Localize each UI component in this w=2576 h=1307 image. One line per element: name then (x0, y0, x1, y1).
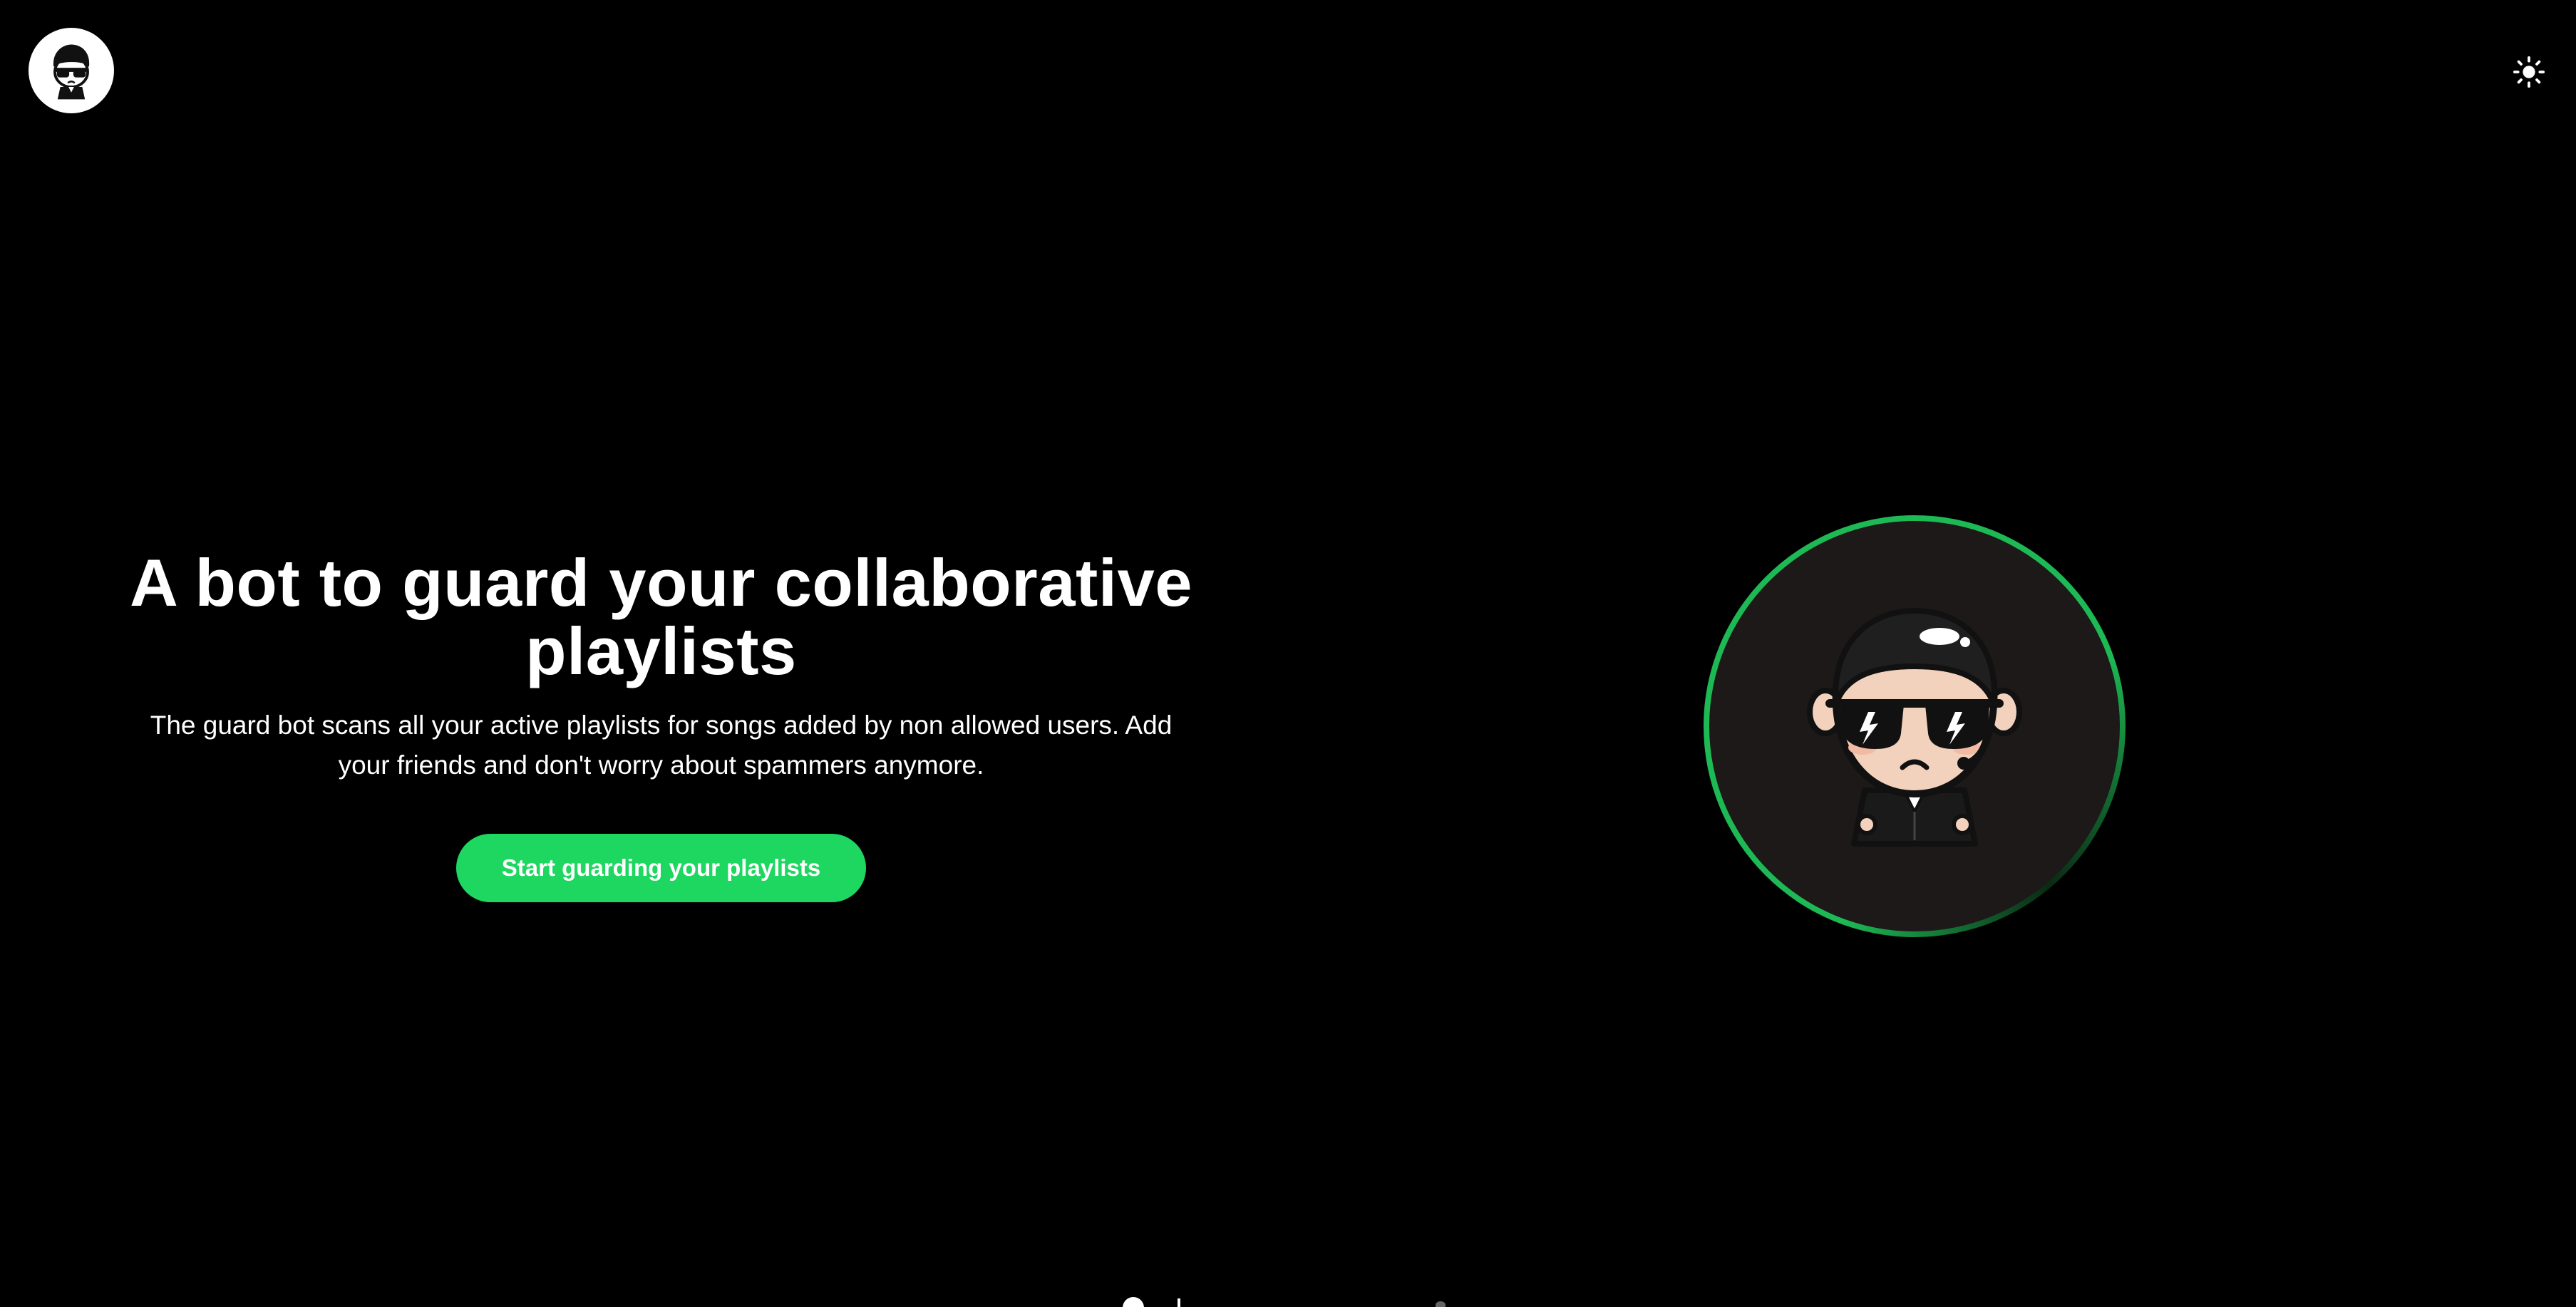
footer-mark-partial (1178, 1298, 1180, 1307)
logo-button[interactable] (29, 28, 114, 113)
mascot-background (1709, 521, 2120, 931)
mascot-illustration (1704, 515, 2126, 937)
landing-page: A bot to guard your collaborative playli… (0, 0, 2576, 1307)
footer-icon-partial (1123, 1297, 1144, 1307)
guard-bot-logo-icon (53, 44, 90, 100)
hero-section: A bot to guard your collaborative playli… (121, 549, 1201, 902)
hero-title: A bot to guard your collaborative playli… (129, 545, 1193, 688)
footer-mark-partial-2 (1436, 1301, 1446, 1307)
sun-icon (2513, 56, 2545, 88)
start-guarding-button[interactable]: Start guarding your playlists (455, 834, 867, 902)
hero-subtitle: The guard bot scans all your active play… (150, 711, 1173, 780)
guard-bot-mascot-icon (1807, 607, 2022, 847)
theme-toggle-button[interactable] (2510, 53, 2547, 91)
